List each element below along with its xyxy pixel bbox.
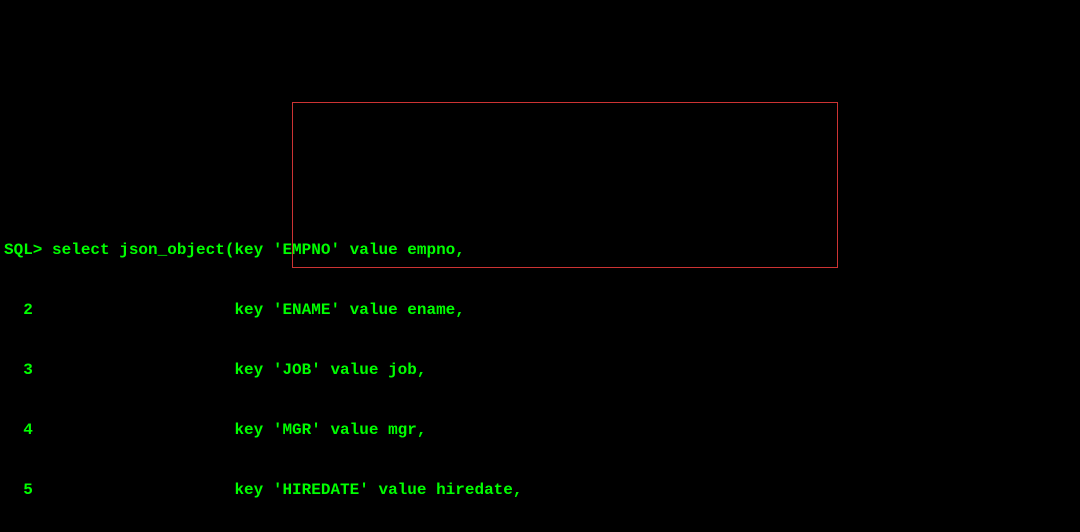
terminal-output: SQL> select json_object(key 'EMPNO' valu… [4,100,1076,532]
sql-line-4: 4 key 'MGR' value mgr, [4,420,1076,440]
sql-line-2: 2 key 'ENAME' value ename, [4,300,1076,320]
sql-line-1: SQL> select json_object(key 'EMPNO' valu… [4,240,1076,260]
sql-line-5: 5 key 'HIREDATE' value hiredate, [4,480,1076,500]
sql-line-3: 3 key 'JOB' value job, [4,360,1076,380]
